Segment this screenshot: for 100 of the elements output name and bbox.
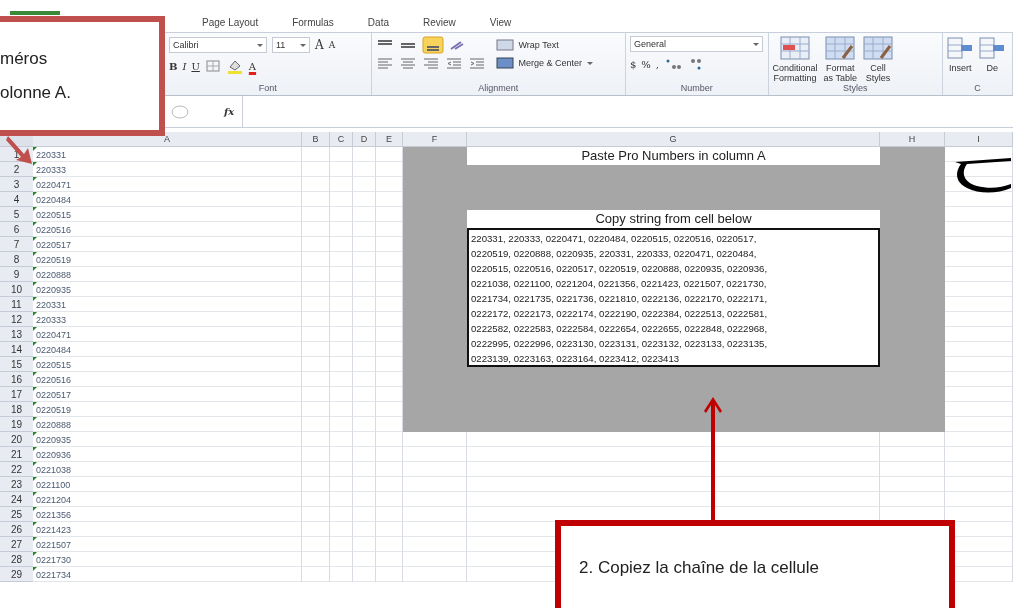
sheet-heading: Paste Pro Numbers in column A bbox=[467, 147, 880, 165]
table-cell-text: 0220471 bbox=[35, 329, 72, 340]
row-header[interactable]: 5 bbox=[0, 207, 33, 222]
column-header[interactable]: G bbox=[467, 132, 880, 146]
row-header[interactable]: 19 bbox=[0, 417, 33, 432]
currency-button[interactable]: $ bbox=[629, 58, 637, 70]
row-header[interactable]: 28 bbox=[0, 552, 33, 567]
increase-indent-icon[interactable] bbox=[467, 57, 486, 69]
increase-decimal-icon[interactable] bbox=[664, 57, 682, 71]
row-header[interactable]: 9 bbox=[0, 267, 33, 282]
font-name-field[interactable]: Calibri bbox=[169, 37, 267, 53]
table-cell-text: 0221100 bbox=[35, 479, 71, 490]
ribbon-tab[interactable]: Data bbox=[365, 17, 391, 28]
underline-button[interactable]: U bbox=[191, 60, 200, 72]
table-cell-text: 0220517 bbox=[35, 239, 72, 250]
row-header[interactable]: 11 bbox=[0, 297, 33, 312]
row-header[interactable]: 13 bbox=[0, 327, 33, 342]
callout-text: olonne A. bbox=[0, 83, 72, 103]
style-button[interactable]: Conditional Formatting bbox=[772, 36, 818, 83]
insert-cells-icon bbox=[947, 36, 974, 62]
row-header[interactable]: 3 bbox=[0, 177, 33, 192]
table-cell-text: 0220484 bbox=[35, 344, 72, 355]
row-header[interactable]: 10 bbox=[0, 282, 33, 297]
borders-icon[interactable] bbox=[204, 59, 221, 73]
grow-font-button[interactable]: A bbox=[315, 38, 324, 52]
row-header[interactable]: 25 bbox=[0, 507, 33, 522]
error-indicator-icon bbox=[33, 567, 37, 571]
error-indicator-icon bbox=[33, 237, 37, 241]
sheet-heading: Copy string from cell below bbox=[467, 210, 880, 228]
ribbon-tab[interactable]: Page Layout bbox=[200, 17, 261, 28]
ribbon-tab[interactable]: View bbox=[487, 17, 514, 28]
percent-button[interactable]: % bbox=[641, 58, 651, 70]
shrink-font-button[interactable]: A bbox=[328, 40, 336, 50]
error-indicator-icon bbox=[33, 447, 37, 451]
row-header[interactable]: 29 bbox=[0, 567, 33, 582]
error-indicator-icon bbox=[33, 552, 37, 556]
row-header[interactable]: 27 bbox=[0, 537, 33, 552]
group-label: Number bbox=[679, 83, 714, 93]
italic-button[interactable]: I bbox=[182, 60, 187, 72]
row-header[interactable]: 14 bbox=[0, 342, 33, 357]
error-indicator-icon bbox=[33, 522, 37, 526]
wrap-text-button[interactable]: Wrap Text bbox=[518, 40, 559, 50]
error-indicator-icon bbox=[33, 147, 37, 151]
comma-button[interactable]: , bbox=[655, 58, 659, 70]
bold-button[interactable]: B bbox=[169, 60, 178, 72]
table-grid-icon bbox=[825, 36, 856, 62]
cancel-icon[interactable] bbox=[170, 104, 190, 119]
ribbon-tab[interactable]: Review bbox=[421, 17, 458, 28]
column-header[interactable]: B bbox=[302, 132, 330, 146]
merge-center-button[interactable]: Merge & Center bbox=[518, 58, 583, 68]
ribbon-tab[interactable]: Formulas bbox=[290, 17, 336, 28]
row-header[interactable]: 24 bbox=[0, 492, 33, 507]
table-cell-text: 220331 bbox=[35, 299, 67, 310]
column-header[interactable]: H bbox=[880, 132, 945, 146]
column-header[interactable]: F bbox=[403, 132, 467, 146]
number-format-field[interactable]: General bbox=[629, 36, 763, 52]
row-header[interactable]: 22 bbox=[0, 462, 33, 477]
column-header[interactable]: C bbox=[330, 132, 353, 146]
row-header[interactable]: 4 bbox=[0, 192, 33, 207]
row-header[interactable]: 23 bbox=[0, 477, 33, 492]
row-header[interactable]: 18 bbox=[0, 402, 33, 417]
table-cell-text: 0220888 bbox=[35, 269, 72, 280]
row-header[interactable]: 6 bbox=[0, 222, 33, 237]
row-header[interactable]: 16 bbox=[0, 372, 33, 387]
table-grid-icon bbox=[862, 36, 893, 62]
row-header[interactable]: 26 bbox=[0, 522, 33, 537]
column-header[interactable]: I bbox=[945, 132, 1013, 146]
error-indicator-icon bbox=[33, 492, 37, 496]
style-button[interactable]: Cell Styles bbox=[862, 36, 893, 83]
font-color-button[interactable]: A bbox=[248, 60, 257, 72]
decrease-indent-icon[interactable] bbox=[444, 57, 463, 69]
align-left-icon[interactable] bbox=[375, 57, 394, 69]
table-cell-text: 0221204 bbox=[35, 494, 72, 505]
table-cell-text: 220333 bbox=[35, 164, 67, 175]
table-cell-text: 0221356 bbox=[35, 509, 72, 520]
row-header[interactable]: 7 bbox=[0, 237, 33, 252]
column-header[interactable]: E bbox=[376, 132, 403, 146]
cells-button[interactable]: Insert bbox=[947, 36, 974, 73]
align-bottom-icon[interactable] bbox=[421, 36, 444, 54]
row-header[interactable]: 12 bbox=[0, 312, 33, 327]
table-cell-text: 220331 bbox=[35, 149, 67, 160]
align-center-icon[interactable] bbox=[398, 57, 417, 69]
fill-color-icon[interactable] bbox=[225, 58, 244, 74]
row-header[interactable]: 2 bbox=[0, 162, 33, 177]
group-label: Font bbox=[257, 83, 278, 93]
cells-button[interactable]: De bbox=[979, 36, 1006, 73]
insert-function-button[interactable]: fx bbox=[224, 106, 235, 117]
font-size-field[interactable]: 11 bbox=[272, 37, 310, 53]
error-indicator-icon bbox=[33, 267, 37, 271]
error-indicator-icon bbox=[33, 462, 37, 466]
error-indicator-icon bbox=[33, 312, 37, 316]
row-header[interactable]: 8 bbox=[0, 252, 33, 267]
table-grid-icon bbox=[780, 36, 811, 62]
row-header[interactable]: 17 bbox=[0, 387, 33, 402]
row-header[interactable]: 20 bbox=[0, 432, 33, 447]
row-header[interactable]: 21 bbox=[0, 447, 33, 462]
style-button[interactable]: Format as Table bbox=[823, 36, 857, 83]
table-cell-text: 0220519 bbox=[35, 254, 72, 265]
column-header[interactable]: D bbox=[353, 132, 376, 146]
row-header[interactable]: 15 bbox=[0, 357, 33, 372]
